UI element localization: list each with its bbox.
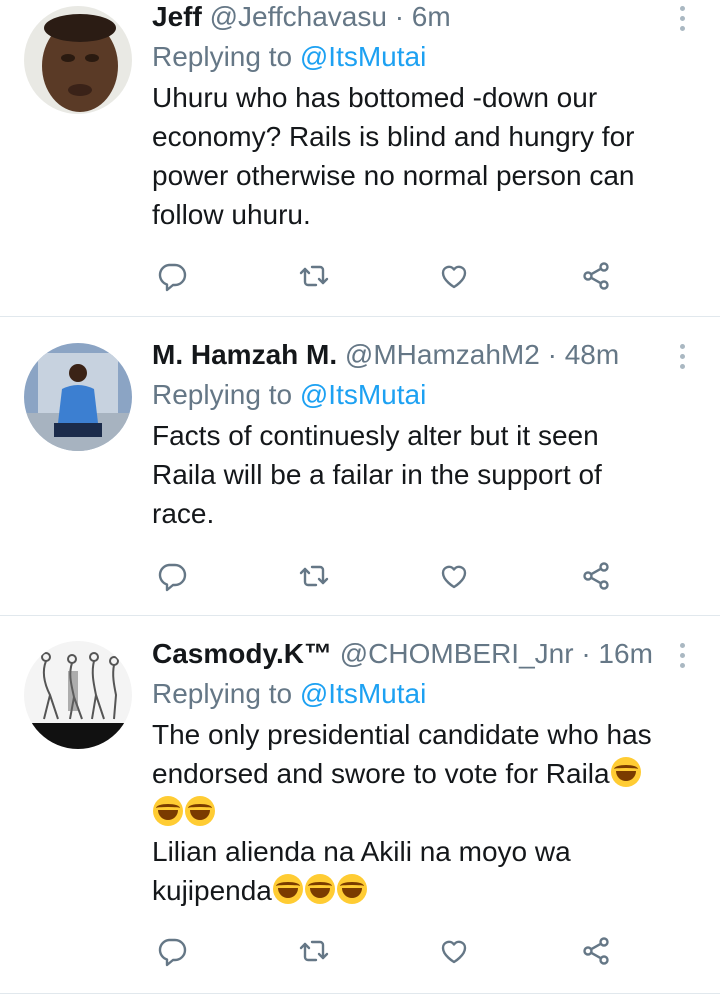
retweet-icon[interactable] bbox=[294, 556, 334, 596]
face-with-tears-of-joy-icon bbox=[336, 874, 367, 904]
tweet-text-segment: kujipenda bbox=[152, 875, 272, 906]
display-name[interactable]: Casmody.K™ bbox=[152, 638, 332, 669]
tweet-header: Casmody.K™ @CHOMBERI_Jnr · 16m bbox=[152, 637, 692, 671]
user-handle[interactable]: @MHamzahM2 bbox=[345, 339, 540, 370]
user-handle[interactable]: @Jeffchavasu bbox=[210, 1, 387, 32]
tweet-text-line: kujipenda bbox=[152, 871, 692, 910]
tweet-text-line: Facts of continuesly alter but it seen bbox=[152, 420, 599, 451]
tweet-text-line: Lilian alienda na Akili na moyo wa bbox=[152, 832, 692, 871]
tweet-text-segment: The only presidential candidate who has bbox=[152, 719, 652, 750]
face-with-tears-of-joy-icon bbox=[610, 757, 641, 787]
replying-to: Replying to @ItsMutai bbox=[152, 40, 692, 74]
user-handle[interactable]: @CHOMBERI_Jnr bbox=[340, 638, 574, 669]
display-name[interactable]: M. Hamzah M. bbox=[152, 339, 337, 370]
mention-link[interactable]: @ItsMutai bbox=[300, 678, 426, 709]
divider bbox=[0, 993, 720, 994]
share-icon[interactable] bbox=[576, 556, 616, 596]
tweet-header: M. Hamzah M. @MHamzahM2 · 48m bbox=[152, 338, 692, 372]
avatar[interactable] bbox=[24, 343, 132, 451]
tweet-text-segment: Lilian alienda na Akili na moyo wa bbox=[152, 836, 571, 867]
reply-icon[interactable] bbox=[152, 256, 192, 296]
tweet-actions bbox=[152, 256, 632, 296]
tweet-text-line: endorsed and swore to vote for Raila bbox=[152, 754, 692, 793]
face-with-tears-of-joy-icon bbox=[272, 874, 303, 904]
face-with-tears-of-joy-icon bbox=[304, 874, 335, 904]
replying-to: Replying to @ItsMutai bbox=[152, 378, 692, 412]
tweet-text-line: race. bbox=[152, 498, 215, 529]
tweet-text-line: Raila will be a failar in the support of bbox=[152, 459, 602, 490]
tweet-text: Uhuru who has bottomed -down our economy… bbox=[152, 78, 692, 234]
retweet-icon[interactable] bbox=[294, 256, 334, 296]
tweet-text-line: Uhuru who has bottomed -down our bbox=[152, 82, 598, 113]
tweet-text-segment: endorsed and swore to vote for Raila bbox=[152, 758, 610, 789]
retweet-icon[interactable] bbox=[294, 931, 334, 971]
tweet-actions bbox=[152, 556, 632, 596]
mention-link[interactable]: @ItsMutai bbox=[300, 379, 426, 410]
replying-label: Replying to bbox=[152, 379, 293, 410]
tweet-text: Facts of continuesly alter but it seen R… bbox=[152, 416, 692, 533]
share-icon[interactable] bbox=[576, 256, 616, 296]
replying-to: Replying to @ItsMutai bbox=[152, 677, 692, 711]
timestamp[interactable]: · 6m bbox=[395, 1, 451, 32]
share-icon[interactable] bbox=[576, 931, 616, 971]
timestamp[interactable]: · 48m bbox=[548, 339, 620, 370]
avatar[interactable] bbox=[24, 641, 132, 749]
replying-label: Replying to bbox=[152, 41, 293, 72]
display-name[interactable]: Jeff bbox=[152, 1, 202, 32]
reply-icon[interactable] bbox=[152, 931, 192, 971]
tweet-text-line: economy? Rails is blind and hungry for bbox=[152, 121, 635, 152]
like-icon[interactable] bbox=[434, 256, 474, 296]
like-icon[interactable] bbox=[434, 931, 474, 971]
timestamp[interactable]: · 16m bbox=[581, 638, 653, 669]
divider bbox=[0, 316, 720, 317]
mention-link[interactable]: @ItsMutai bbox=[300, 41, 426, 72]
tweet-text-line bbox=[152, 793, 692, 832]
like-icon[interactable] bbox=[434, 556, 474, 596]
replying-label: Replying to bbox=[152, 678, 293, 709]
tweet-text: The only presidential candidate who has … bbox=[152, 715, 692, 910]
tweet-text-line: The only presidential candidate who has bbox=[152, 715, 692, 754]
tweet-text-line: power otherwise no normal person can bbox=[152, 160, 635, 191]
divider bbox=[0, 615, 720, 616]
face-with-tears-of-joy-icon bbox=[185, 796, 215, 826]
face-with-tears-of-joy-icon bbox=[153, 796, 183, 826]
tweet-actions bbox=[152, 931, 632, 971]
tweet-text-line: follow uhuru. bbox=[152, 199, 311, 230]
avatar[interactable] bbox=[24, 6, 132, 114]
tweet-header: Jeff @Jeffchavasu · 6m bbox=[152, 0, 692, 34]
reply-icon[interactable] bbox=[152, 556, 192, 596]
